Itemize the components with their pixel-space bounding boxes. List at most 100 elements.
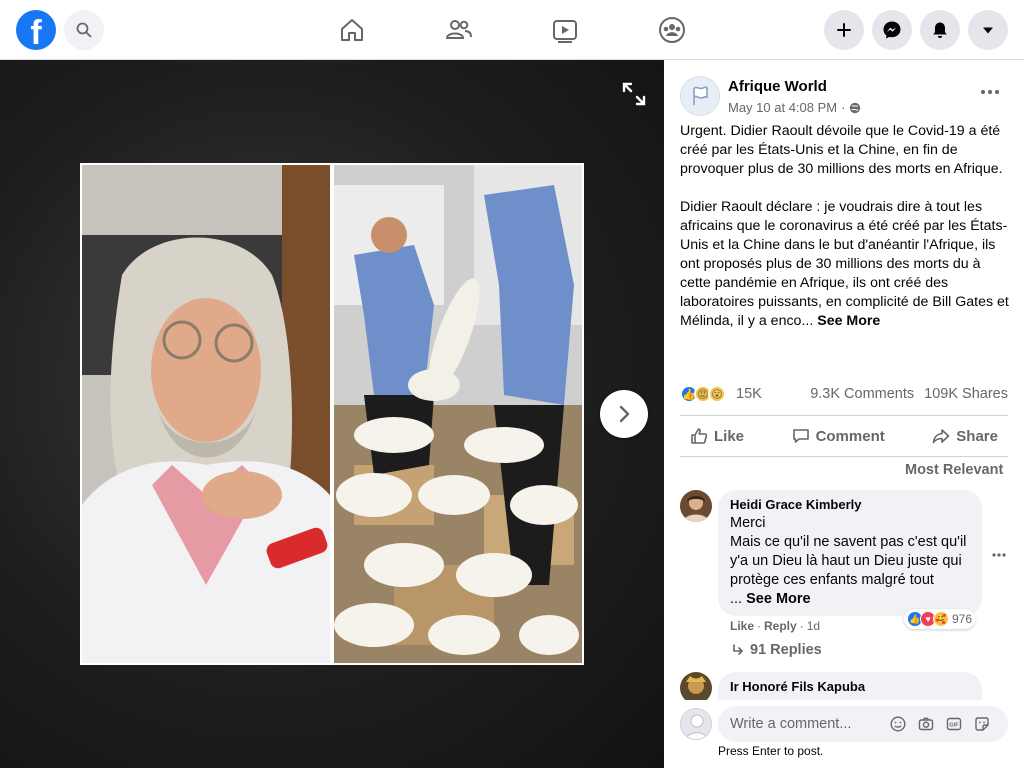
comment-icon — [792, 429, 809, 443]
photo-viewer — [0, 60, 664, 768]
nav-watch[interactable] — [549, 14, 581, 46]
globe-icon — [850, 102, 861, 113]
nav-friends[interactable] — [443, 14, 475, 46]
comment-sort-dropdown[interactable]: Most Relevant — [905, 462, 1003, 478]
reaction-count[interactable]: 15K — [736, 386, 762, 402]
comment-actions: Like · Reply · 1d — [730, 619, 820, 633]
post-paragraph-1: Urgent. Didier Raoult dévoile que le Cov… — [680, 123, 1003, 177]
nav-groups[interactable] — [656, 14, 688, 46]
share-icon — [932, 429, 950, 444]
camera-icon — [918, 717, 934, 731]
more-horizontal-icon — [992, 553, 1006, 557]
post-paragraph-2: Didier Raoult déclare : je voudrais dire… — [680, 198, 1010, 331]
like-button[interactable]: Like — [690, 427, 744, 445]
care-reaction-icon: 🥰 — [933, 611, 949, 627]
messenger-button[interactable] — [872, 10, 912, 50]
messenger-icon — [883, 21, 901, 39]
nav-home[interactable] — [336, 14, 368, 46]
comment-author[interactable]: Ir Honoré Fils Kapuba — [730, 679, 970, 694]
post-details-panel: Afrique World May 10 at 4:08 PM · Urgent… — [664, 60, 1024, 768]
comment-author[interactable]: Heidi Grace Kimberly — [730, 497, 970, 512]
see-more-link[interactable]: See More — [817, 313, 880, 329]
thumbs-up-icon — [691, 428, 708, 444]
share-button[interactable]: Share — [932, 427, 998, 445]
comment-bubble: Heidi Grace Kimberly Merci Mais ce qu'il… — [718, 490, 982, 616]
comment-reply-link[interactable]: Reply — [764, 619, 797, 633]
more-horizontal-icon — [981, 90, 999, 94]
create-button[interactable] — [824, 10, 864, 50]
sticker-icon — [975, 717, 989, 731]
photo-panel-pangolins — [334, 165, 582, 663]
avatar-image — [680, 490, 712, 522]
post-action-bar: Like Comment Share — [680, 415, 1008, 457]
logo-letter: f — [30, 14, 42, 50]
engagement-counts: 9.3K Comments 109K Shares — [810, 386, 1008, 402]
plus-icon — [837, 23, 851, 37]
comment-reaction-count: 976 — [952, 612, 973, 626]
search-button[interactable] — [64, 10, 104, 50]
default-avatar-icon — [681, 709, 711, 739]
shares-count[interactable]: 109K Shares — [924, 386, 1008, 402]
comment-ellipsis: ... — [730, 591, 743, 607]
account-menu-icon — [983, 27, 993, 34]
watch-icon — [553, 20, 577, 43]
comment-line-1: Merci — [730, 515, 766, 531]
meta-separator: · — [841, 100, 846, 115]
composer-icons: GIF — [889, 715, 991, 733]
notifications-icon — [933, 22, 947, 38]
search-icon — [76, 22, 92, 38]
friends-icon — [445, 20, 472, 39]
comment-actions-dot: · — [757, 619, 762, 633]
page-name[interactable]: Afrique World — [728, 78, 827, 95]
comment-see-more-link[interactable]: See More — [746, 591, 810, 607]
photo-panel-portrait — [82, 165, 330, 663]
comment-actions-dot: · — [799, 619, 804, 633]
fullscreen-button[interactable] — [618, 78, 650, 110]
post-options-button[interactable] — [974, 82, 1006, 106]
comment-composer: GIF Press Enter to post. — [664, 700, 1024, 768]
page-avatar[interactable] — [680, 76, 720, 116]
share-label: Share — [956, 427, 998, 445]
reply-arrow-icon — [733, 644, 743, 655]
gif-icon: GIF — [946, 717, 962, 731]
photo-button[interactable] — [917, 715, 935, 733]
facebook-logo[interactable]: f — [16, 10, 56, 50]
post-timestamp[interactable]: May 10 at 4:08 PM — [728, 100, 837, 115]
expand-icon — [622, 82, 646, 106]
emoji-icon — [890, 716, 906, 732]
comment-age[interactable]: 1d — [807, 619, 820, 633]
comment-line-3: ... See More — [730, 590, 970, 609]
notifications-button[interactable] — [920, 10, 960, 50]
reactions-summary: 👍 😡 😮 15K 9.3K Comments 109K Shares — [680, 384, 1008, 404]
post-meta: May 10 at 4:08 PM · — [728, 100, 861, 115]
svg-text:GIF: GIF — [949, 723, 959, 729]
view-replies-link[interactable]: 91 Replies — [732, 642, 822, 658]
comment-bubble: Ir Honoré Fils Kapuba — [718, 672, 982, 700]
groups-icon — [659, 17, 685, 43]
account-menu-button[interactable] — [968, 10, 1008, 50]
comment-options-button[interactable] — [992, 544, 1006, 562]
comment-like-link[interactable]: Like — [730, 619, 754, 633]
post-text: Urgent. Didier Raoult dévoile que le Cov… — [680, 122, 1010, 350]
composer-hint: Press Enter to post. — [718, 744, 824, 758]
comment-line-2: Mais ce qu'il ne savent pas c'est qu'il … — [730, 534, 967, 588]
chevron-right-icon — [619, 405, 630, 423]
comments-count[interactable]: 9.3K Comments — [810, 386, 914, 402]
comment-button[interactable]: Comment — [792, 427, 885, 445]
post-photo[interactable] — [80, 163, 584, 665]
commenter-avatar[interactable] — [680, 490, 712, 522]
top-navigation-bar: f — [0, 0, 1024, 60]
like-label: Like — [714, 427, 745, 445]
comment-reactions[interactable]: 👍 ♥ 🥰 976 — [904, 609, 976, 629]
flag-icon — [693, 86, 708, 105]
portrait-illustration — [82, 165, 330, 663]
sticker-button[interactable] — [973, 715, 991, 733]
post-paragraph-2-text: Didier Raoult déclare : je voudrais dire… — [680, 199, 1009, 329]
next-photo-button[interactable] — [600, 390, 648, 438]
my-avatar[interactable] — [680, 708, 712, 740]
gif-button[interactable]: GIF — [945, 715, 963, 733]
emoji-button[interactable] — [889, 715, 907, 733]
comment-label: Comment — [815, 427, 885, 445]
replies-count: 91 Replies — [750, 642, 822, 658]
wow-reaction-icon[interactable]: 😮 — [708, 385, 726, 403]
